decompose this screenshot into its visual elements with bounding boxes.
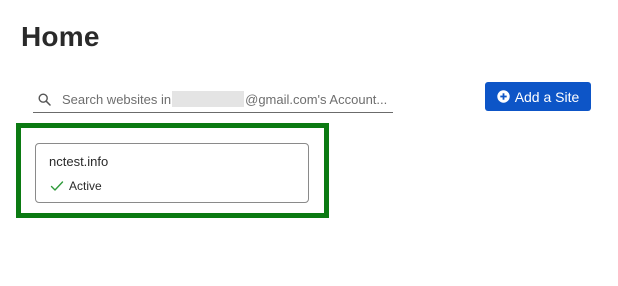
search-input[interactable]: Search websites in @gmail.com's Account.… xyxy=(33,86,393,113)
add-site-button[interactable]: Add a Site xyxy=(485,82,591,111)
site-card[interactable]: nctest.info Active xyxy=(35,143,309,203)
redacted-email xyxy=(172,91,245,107)
site-status-label: Active xyxy=(69,179,102,193)
plus-circle-icon xyxy=(496,90,510,103)
search-placeholder-prefix: Search websites in xyxy=(62,91,172,107)
site-name: nctest.info xyxy=(49,154,109,169)
page-title: Home xyxy=(21,21,100,52)
search-placeholder: Search websites in @gmail.com's Account.… xyxy=(62,91,387,107)
search-placeholder-suffix: @gmail.com's Account... xyxy=(245,91,388,107)
home-page: Home Search websites in @gmail.com's Acc… xyxy=(0,0,618,286)
status-badge: Active xyxy=(50,179,102,193)
check-icon xyxy=(50,180,64,192)
add-site-label: Add a Site xyxy=(514,88,580,105)
search-icon xyxy=(36,91,52,107)
